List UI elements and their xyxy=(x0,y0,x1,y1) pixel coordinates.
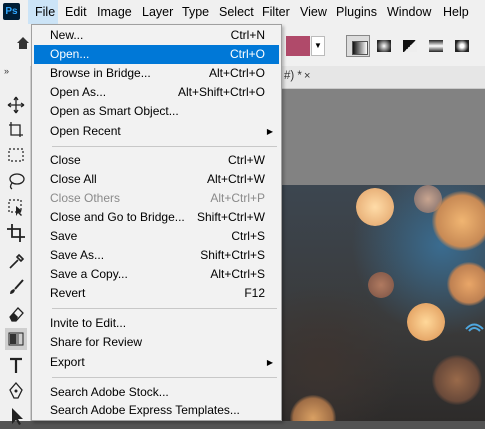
bokeh-photo-canvas xyxy=(282,185,485,421)
menu-window[interactable]: Window xyxy=(387,0,431,24)
diamond-gradient-icon[interactable] xyxy=(450,35,474,57)
menu-item-search-express-templates[interactable]: Search Adobe Express Templates... xyxy=(34,401,279,420)
menu-item-share-for-review[interactable]: Share for Review xyxy=(34,333,279,352)
menu-item-open[interactable]: Open... Ctrl+O xyxy=(34,45,279,64)
document-tab[interactable]: #) * × xyxy=(282,66,485,89)
lasso-tool-icon[interactable] xyxy=(5,170,27,192)
tools-panel: » xyxy=(0,66,31,425)
menu-item-close[interactable]: Close Ctrl+W xyxy=(34,151,279,170)
menu-item-save[interactable]: Save Ctrl+S xyxy=(34,227,279,246)
menu-item-open-as[interactable]: Open As... Alt+Shift+Ctrl+O xyxy=(34,83,279,102)
menu-separator xyxy=(52,377,277,378)
menu-item-close-all[interactable]: Close All Alt+Ctrl+W xyxy=(34,170,279,189)
menu-type[interactable]: Type xyxy=(182,0,209,24)
path-select-tool-icon[interactable] xyxy=(5,404,27,426)
brush-tool-icon[interactable] xyxy=(5,276,27,298)
artboard-tool-icon[interactable] xyxy=(5,118,27,140)
close-tab-icon[interactable]: × xyxy=(304,70,310,82)
menu-help[interactable]: Help xyxy=(443,0,469,24)
radial-gradient-icon[interactable] xyxy=(372,35,396,57)
menu-item-open-smart-object[interactable]: Open as Smart Object... xyxy=(34,102,279,121)
menu-item-new[interactable]: New... Ctrl+N xyxy=(34,26,279,45)
menu-plugins[interactable]: Plugins xyxy=(336,0,377,24)
gradient-dropdown-chevron-icon[interactable]: ▼ xyxy=(311,36,325,56)
pen-tool-icon[interactable] xyxy=(5,380,27,402)
menu-item-close-others: Close Others Alt+Ctrl+P xyxy=(50,191,265,205)
file-menu-dropdown: New... Ctrl+N Open... Ctrl+O Browse in Bri… xyxy=(31,24,282,421)
gradient-preview-swatch[interactable] xyxy=(286,36,310,56)
menu-item-search-adobe-stock[interactable]: Search Adobe Stock... xyxy=(34,383,279,402)
menu-filter[interactable]: Filter xyxy=(262,0,290,24)
document-tab-title: #) * xyxy=(284,70,302,82)
menu-image[interactable]: Image xyxy=(97,0,132,24)
angle-gradient-icon[interactable] xyxy=(398,35,422,57)
gradient-tool-icon[interactable] xyxy=(5,328,27,350)
move-tool-icon[interactable] xyxy=(5,94,27,116)
menu-item-save-as[interactable]: Save As... Shift+Ctrl+S xyxy=(34,246,279,265)
canvas-pasteboard xyxy=(282,89,485,185)
photoshop-logo: Ps xyxy=(3,3,20,20)
menu-item-export[interactable]: Export ▶ xyxy=(34,353,279,372)
eyedropper-tool-icon[interactable] xyxy=(5,250,27,272)
menu-view[interactable]: View xyxy=(300,0,327,24)
menu-item-invite-to-edit[interactable]: Invite to Edit... xyxy=(34,314,279,333)
submenu-arrow-icon: ▶ xyxy=(266,358,273,367)
menu-item-open-recent[interactable]: Open Recent ▶ xyxy=(34,122,279,141)
menu-separator xyxy=(52,308,277,309)
menu-file[interactable]: File xyxy=(28,0,58,24)
collapse-chevrons-icon[interactable]: » xyxy=(4,66,9,76)
menu-bar: Ps File Edit Image Layer Type Select Fil… xyxy=(0,0,485,24)
submenu-arrow-icon: ▶ xyxy=(266,127,273,136)
menu-item-browse-in-bridge[interactable]: Browse in Bridge... Alt+Ctrl+O xyxy=(34,64,279,83)
reflected-gradient-icon[interactable] xyxy=(424,35,448,57)
crop-tool-icon[interactable] xyxy=(5,222,27,244)
menu-item-close-go-to-bridge[interactable]: Close and Go to Bridge... Shift+Ctrl+W xyxy=(34,208,279,227)
menu-item-revert[interactable]: Revert F12 xyxy=(34,284,279,303)
menu-separator xyxy=(52,146,277,147)
object-select-tool-icon[interactable] xyxy=(5,196,27,218)
menu-select[interactable]: Select xyxy=(219,0,254,24)
marquee-tool-icon[interactable] xyxy=(5,144,27,166)
home-icon[interactable] xyxy=(17,37,29,49)
menu-item-save-copy[interactable]: Save a Copy... Alt+Ctrl+S xyxy=(34,265,279,284)
menu-layer[interactable]: Layer xyxy=(142,0,173,24)
wifi-symbol-icon xyxy=(464,320,485,332)
eraser-tool-icon[interactable] xyxy=(5,302,27,324)
menu-edit[interactable]: Edit xyxy=(65,0,87,24)
linear-gradient-icon[interactable] xyxy=(346,35,370,57)
type-tool-icon[interactable] xyxy=(5,354,27,376)
